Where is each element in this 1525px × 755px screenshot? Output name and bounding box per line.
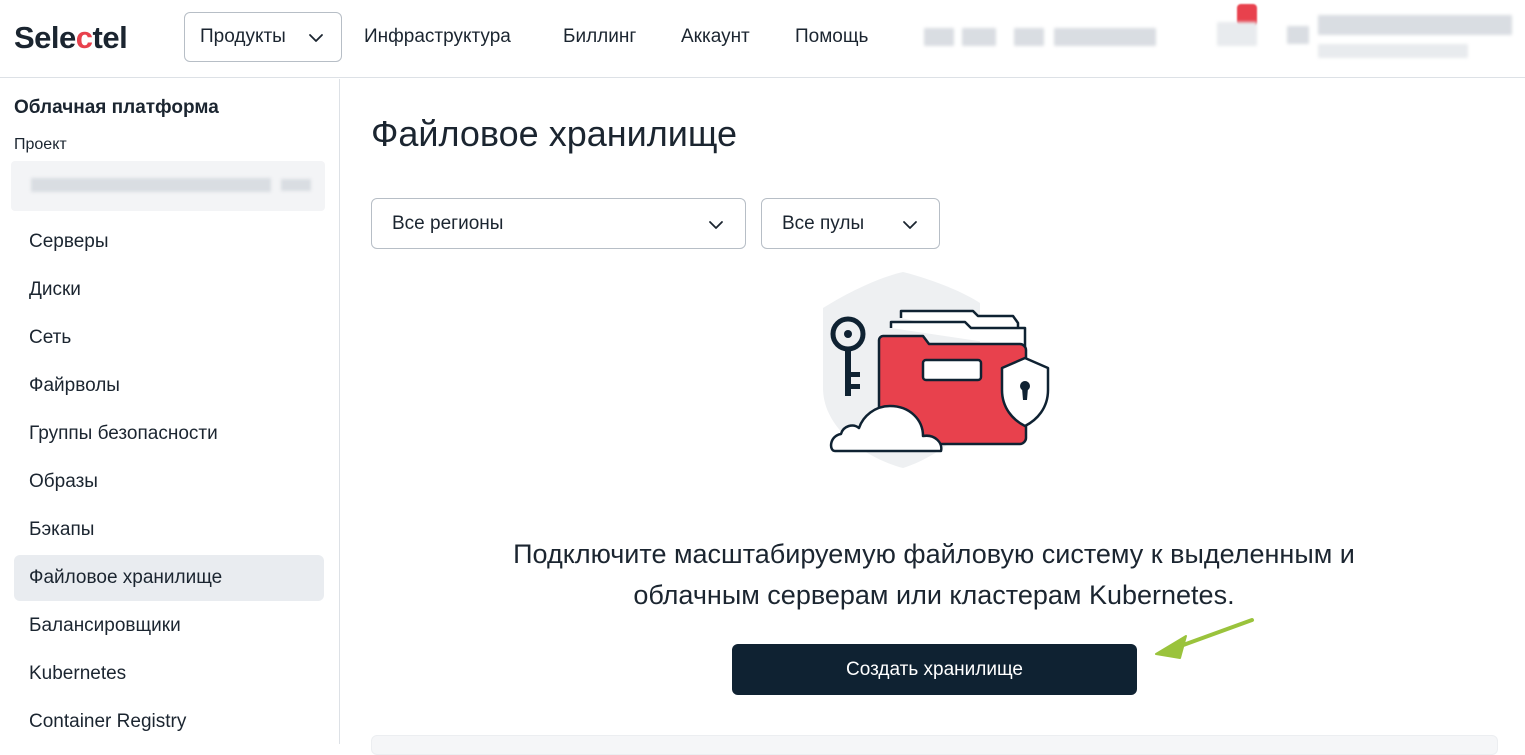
storage-list-card: [371, 735, 1498, 755]
top-header: Selectel Продукты Инфраструктура Биллинг…: [0, 0, 1525, 78]
empty-state-line-2: облачным серверам или кластерам Kubernet…: [633, 580, 1235, 610]
nav-account[interactable]: Аккаунт: [681, 26, 750, 48]
sidebar-item-file-storage[interactable]: Файловое хранилище: [14, 555, 324, 601]
sidebar-item-disks[interactable]: Диски: [14, 267, 324, 313]
sidebar-item-servers[interactable]: Серверы: [14, 219, 324, 265]
sidebar-item-kubernetes[interactable]: Kubernetes: [14, 651, 324, 697]
chevron-down-icon: [903, 221, 917, 229]
sidebar-title: Облачная платформа: [14, 97, 219, 118]
sidebar-item-firewalls[interactable]: Файрволы: [14, 363, 324, 409]
project-selector[interactable]: [11, 161, 325, 211]
nav-billing[interactable]: Биллинг: [563, 26, 636, 48]
pool-filter-select[interactable]: Все пулы: [761, 198, 940, 249]
region-filter-select[interactable]: Все регионы: [371, 198, 746, 249]
sidebar: Облачная платформа Проект Серверы Диски …: [0, 79, 340, 744]
empty-state-description: Подключите масштабируемую файловую систе…: [434, 534, 1434, 616]
selectel-logo[interactable]: Selectel: [14, 20, 128, 56]
nav-help[interactable]: Помощь: [795, 26, 868, 48]
region-filter-value: Все регионы: [392, 212, 504, 234]
sidebar-item-container-registry[interactable]: Container Registry: [14, 699, 324, 745]
nav-infrastructure[interactable]: Инфраструктура: [364, 26, 511, 48]
page-title: Файловое хранилище: [371, 113, 738, 154]
chevron-down-icon: [309, 34, 323, 42]
chevron-down-icon: [709, 221, 723, 229]
project-label: Проект: [14, 136, 67, 153]
sidebar-item-backups[interactable]: Бэкапы: [14, 507, 324, 553]
empty-state-line-1: Подключите масштабируемую файловую систе…: [513, 539, 1355, 569]
empty-state-illustration: [823, 272, 1050, 468]
sidebar-item-load-balancers[interactable]: Балансировщики: [14, 603, 324, 649]
arrow-annotation: [1155, 618, 1254, 659]
create-storage-button[interactable]: Создать хранилище: [732, 644, 1137, 695]
pool-filter-value: Все пулы: [782, 212, 865, 234]
sidebar-item-network[interactable]: Сеть: [14, 315, 324, 361]
products-menu-button[interactable]: Продукты: [184, 12, 342, 62]
sidebar-item-security-groups[interactable]: Группы безопасности: [14, 411, 324, 457]
sidebar-item-images[interactable]: Образы: [14, 459, 324, 505]
products-label: Продукты: [200, 26, 286, 47]
